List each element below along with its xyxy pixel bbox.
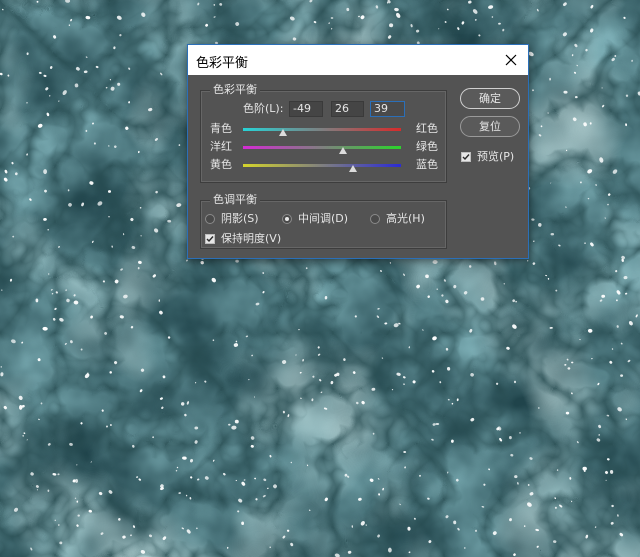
level-field-magenta-green[interactable]: 26 — [331, 101, 364, 117]
ok-button[interactable]: 确定 — [460, 88, 520, 109]
highlights-label: 高光(H) — [386, 212, 425, 225]
magenta-green-slider-track[interactable] — [243, 146, 401, 149]
red-label: 红色 — [416, 122, 438, 135]
snow-flake — [469, 265, 472, 268]
level-field-yellow-blue[interactable]: 39 — [370, 101, 405, 117]
yellow-blue-slider-track[interactable] — [243, 164, 401, 167]
tone-balance-group-label: 色调平衡 — [210, 193, 260, 207]
preserve-luminosity-label: 保持明度(V) — [221, 232, 282, 245]
blue-label: 蓝色 — [416, 158, 438, 171]
preview-label: 预览(P) — [477, 150, 515, 163]
preserve-luminosity-checkbox[interactable] — [205, 234, 215, 244]
dialog-titlebar: 色彩平衡 — [188, 45, 528, 75]
canvas: 色彩平衡 色彩平衡 色阶(L): -49 26 39 青色 红色 洋红 绿色 黄… — [0, 0, 640, 557]
tone-balance-group: 色调平衡 阴影(S) 中间调(D) 高光(H) 保持明度(V) — [200, 193, 447, 249]
midtones-radio[interactable] — [282, 214, 292, 224]
reset-button[interactable]: 复位 — [460, 116, 520, 137]
cyan-red-slider-track[interactable] — [243, 128, 401, 131]
snow-flake — [195, 382, 197, 384]
color-balance-group-label: 色彩平衡 — [210, 83, 260, 97]
levels-label: 色阶(L): — [243, 102, 284, 115]
green-label: 绿色 — [416, 140, 438, 153]
snow-flake — [550, 233, 555, 236]
snow-flake — [554, 506, 557, 509]
close-button[interactable] — [494, 45, 528, 75]
checkmark-icon — [206, 236, 214, 243]
close-icon — [505, 54, 517, 66]
level-field-cyan-red[interactable]: -49 — [289, 101, 323, 117]
yellow-label: 黄色 — [210, 158, 232, 171]
color-balance-dialog: 色彩平衡 色彩平衡 色阶(L): -49 26 39 青色 红色 洋红 绿色 黄… — [187, 44, 529, 259]
midtones-label: 中间调(D) — [298, 212, 349, 225]
preview-checkbox[interactable] — [461, 152, 471, 162]
shadows-label: 阴影(S) — [221, 212, 259, 225]
checkmark-icon — [462, 154, 470, 161]
dialog-title: 色彩平衡 — [196, 56, 249, 71]
snow-flake — [435, 423, 440, 425]
highlights-radio[interactable] — [370, 214, 380, 224]
magenta-green-slider-thumb[interactable] — [338, 147, 347, 154]
cyan-red-slider-thumb[interactable] — [279, 129, 288, 136]
cyan-label: 青色 — [210, 122, 232, 135]
shadows-radio[interactable] — [205, 214, 215, 224]
yellow-blue-slider-thumb[interactable] — [348, 165, 357, 172]
magenta-label: 洋红 — [210, 140, 232, 153]
color-balance-group: 色彩平衡 色阶(L): -49 26 39 青色 红色 洋红 绿色 黄色 蓝色 — [200, 83, 447, 183]
